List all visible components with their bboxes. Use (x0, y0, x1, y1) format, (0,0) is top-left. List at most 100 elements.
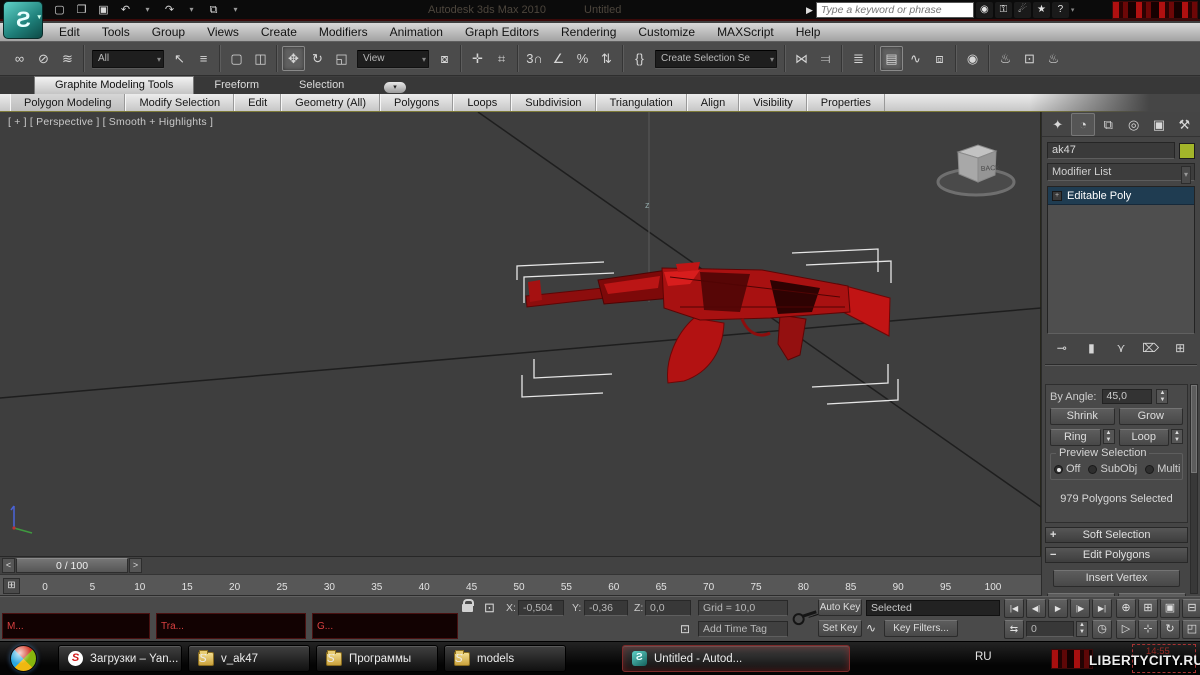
graphite-ribbon-toggle-icon[interactable]: ▤ (880, 46, 903, 71)
select-object-icon[interactable]: ↖ (168, 46, 191, 71)
render-production-icon[interactable]: ♨ (1042, 46, 1065, 71)
ribbon-subtab[interactable]: Edit (234, 94, 281, 111)
panel-scrollbar[interactable] (1190, 384, 1198, 594)
track-bar[interactable]: ⊞ 05101520253035404550556065707580859095… (0, 574, 1041, 596)
use-pivot-center-icon[interactable]: ⧇ (433, 46, 456, 71)
select-and-link-icon[interactable]: ∞ (8, 46, 31, 71)
add-time-tag[interactable]: Add Time Tag (698, 621, 788, 637)
corrupted-mini-window[interactable]: Tra... (156, 613, 306, 639)
ring-button[interactable]: Ring (1050, 429, 1101, 446)
save-file-icon[interactable]: ▣ (94, 2, 113, 18)
taskbar-item[interactable]: SЗагрузки – Yan... (58, 645, 182, 672)
perspective-viewport[interactable]: z (0, 112, 1041, 556)
tab-modify[interactable]: ◔ (1071, 113, 1094, 136)
time-slider-handle[interactable]: 0 / 100 (16, 558, 128, 573)
named-selection-sets-icon[interactable]: {} (628, 46, 651, 71)
previous-frame-icon[interactable]: ◀| (1026, 599, 1046, 618)
ribbon-subtab[interactable]: Modify Selection (125, 94, 234, 111)
menu-item[interactable]: Modifiers (308, 23, 379, 41)
taskbar-item[interactable]: Sv_ak47 (188, 645, 310, 672)
start-button[interactable] (10, 645, 37, 672)
soft-selection-rollout-header[interactable]: +Soft Selection (1045, 527, 1188, 543)
align-icon[interactable]: ⫤ (814, 46, 837, 71)
ribbon-tab[interactable]: Selection (279, 77, 364, 94)
render-setup-icon[interactable]: ♨ (994, 46, 1017, 71)
spinner-snap-icon[interactable]: ⇅ (595, 46, 618, 71)
loop-spinner[interactable]: ▲▼ (1171, 429, 1183, 444)
select-and-scale-icon[interactable]: ◱ (330, 46, 353, 71)
reference-coordinate-dropdown[interactable]: View (357, 50, 429, 68)
key-filters-button[interactable]: Key Filters... (884, 620, 958, 637)
absolute-mode-icon[interactable]: ⊡ (484, 600, 495, 616)
menu-item[interactable]: Rendering (550, 23, 627, 41)
ribbon-subtab[interactable]: Properties (807, 94, 885, 111)
loop-button[interactable]: Loop (1119, 429, 1170, 446)
stack-expand-icon[interactable]: + (1052, 191, 1062, 201)
set-keys-icon[interactable] (792, 611, 818, 621)
zoom-extents-all-icon[interactable]: ⊟ (1182, 599, 1200, 618)
ribbon-subtab[interactable]: Polygons (380, 94, 453, 111)
subscription-key-icon[interactable]: ⚿ (995, 2, 1012, 18)
ribbon-subtab[interactable]: Triangulation (596, 94, 687, 111)
auto-key-button[interactable]: Auto Key (818, 599, 862, 616)
menu-item[interactable]: Animation (379, 23, 454, 41)
redo-caret-icon[interactable]: ▾ (182, 2, 201, 18)
ring-spinner[interactable]: ▲▼ (1103, 429, 1115, 444)
selection-lock-icon[interactable] (462, 604, 473, 612)
next-frame-arrow[interactable]: > (129, 558, 142, 573)
project-folder-icon[interactable]: ⧉ (204, 2, 223, 18)
ribbon-tab[interactable]: Freeform (194, 77, 279, 94)
tab-create[interactable]: ✦ (1046, 113, 1069, 136)
application-button[interactable]: S▾ (3, 1, 43, 39)
material-editor-icon[interactable]: ◉ (961, 46, 984, 71)
communication-center-icon[interactable]: ☄ (1014, 2, 1031, 18)
help-icon[interactable]: ? (1052, 2, 1069, 18)
field-of-view-icon[interactable]: ▷ (1116, 620, 1136, 639)
curve-editor-icon[interactable]: ∿ (904, 46, 927, 71)
taskbar-item[interactable]: SUntitled - Autod... (622, 645, 850, 672)
layer-manager-icon[interactable]: ≣ (847, 46, 870, 71)
maximize-viewport-icon[interactable]: ◰ (1182, 620, 1200, 639)
modifier-stack[interactable]: + Editable Poly (1047, 186, 1195, 334)
tray-icons-corrupted[interactable] (1052, 650, 1092, 668)
select-and-manipulate-icon[interactable]: ✛ (466, 46, 489, 71)
go-to-end-icon[interactable]: ▶| (1092, 599, 1112, 618)
selection-set-key-dropdown[interactable]: Selected (866, 600, 1000, 616)
menu-item[interactable]: Views (196, 23, 250, 41)
default-in-out-tangent-icon[interactable]: ∿ (866, 621, 876, 635)
by-angle-value[interactable]: 45,0 (1102, 389, 1152, 404)
shrink-button[interactable]: Shrink (1050, 408, 1115, 425)
search-input[interactable] (816, 2, 974, 18)
infocenter-caret-icon[interactable]: ▾ (1071, 6, 1075, 14)
corrupted-mini-window[interactable]: G... (312, 613, 458, 639)
favorites-star-icon[interactable]: ★ (1033, 2, 1050, 18)
configure-modifier-sets-icon[interactable]: ⊞ (1169, 341, 1191, 355)
window-controls-corrupted[interactable] (1113, 2, 1197, 18)
bind-to-space-warp-icon[interactable]: ≋ (56, 46, 79, 71)
selection-filter-dropdown[interactable]: All (92, 50, 164, 68)
mirror-icon[interactable]: ⋈ (790, 46, 813, 71)
edit-polygons-rollout-header[interactable]: −Edit Polygons (1045, 547, 1188, 563)
rendered-frame-icon[interactable]: ⊡ (1018, 46, 1041, 71)
menu-item[interactable]: Customize (627, 23, 706, 41)
ribbon-minimize-icon[interactable]: ▾ (384, 82, 406, 93)
by-angle-spinner[interactable]: ▲▼ (1156, 389, 1168, 404)
menu-item[interactable]: Help (785, 23, 832, 41)
tab-hierarchy[interactable]: ⧉ (1097, 113, 1120, 136)
object-color-swatch[interactable] (1179, 143, 1195, 159)
menu-item[interactable]: Tools (91, 23, 141, 41)
menu-item[interactable]: Group (141, 23, 196, 41)
preview-radio[interactable]: Multi (1145, 463, 1180, 475)
object-name-field[interactable]: ak47 (1047, 142, 1175, 159)
previous-frame-arrow[interactable]: < (2, 558, 15, 573)
ribbon-subtab[interactable]: Polygon Modeling (10, 94, 125, 111)
menu-item[interactable]: MAXScript (706, 23, 785, 41)
qat-customize-caret-icon[interactable]: ▾ (226, 2, 245, 18)
tab-motion[interactable]: ◎ (1122, 113, 1145, 136)
ribbon-tab[interactable]: Graphite Modeling Tools (34, 76, 194, 94)
percent-snap-icon[interactable]: % (571, 46, 594, 71)
grow-button[interactable]: Grow (1119, 408, 1184, 425)
tab-utilities[interactable]: ⚒ (1173, 113, 1196, 136)
make-unique-icon[interactable]: ⋎ (1110, 341, 1132, 355)
schematic-view-icon[interactable]: ⧈ (928, 46, 951, 71)
